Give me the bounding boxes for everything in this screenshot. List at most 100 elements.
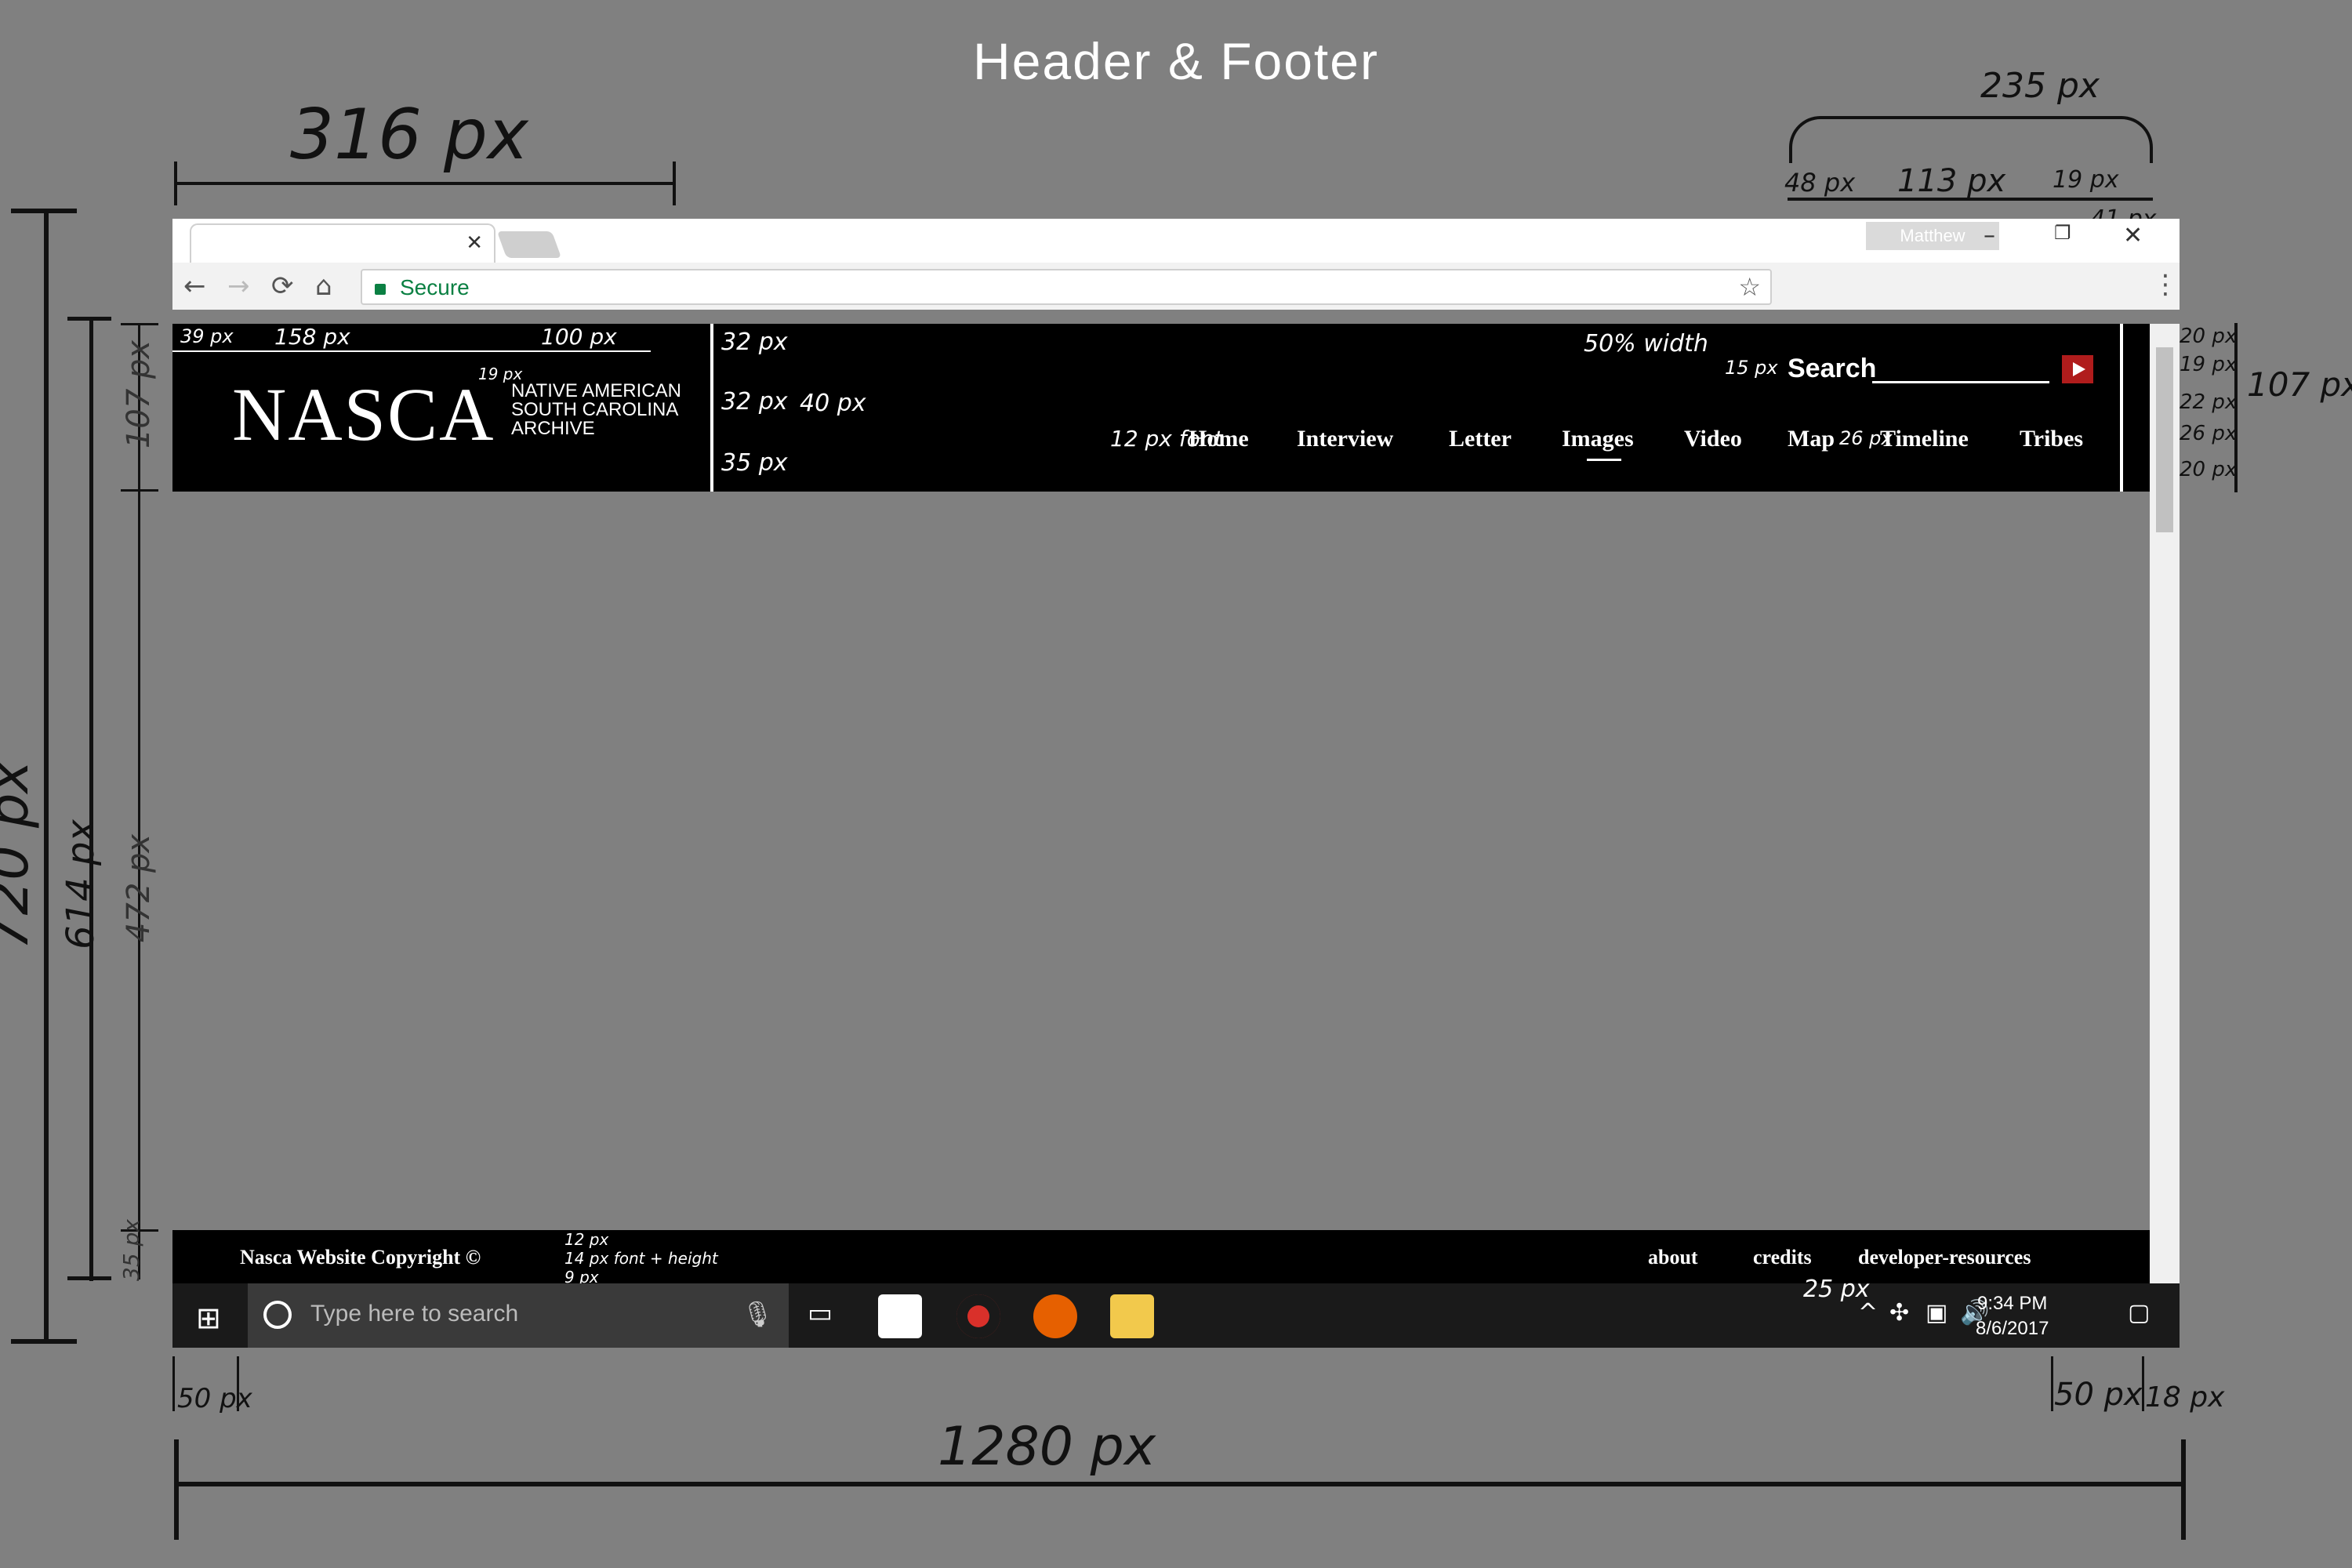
scrollbar-thumb[interactable] [2156,347,2173,532]
ruler-line [1788,198,2153,201]
footer-copyright: Nasca Website Copyright © [240,1246,481,1269]
v-32b-annotation: 32 px [721,388,788,416]
windows-start-icon[interactable]: ⊞ [196,1301,221,1335]
ruler-tick [11,1339,77,1344]
close-window-icon[interactable]: ✕ [2123,222,2143,249]
ruler-614 [89,318,93,1281]
ruler-tick [172,1356,175,1411]
total-1280-annotation: 1280 px [938,1416,1156,1478]
footer-link-developer-resources[interactable]: developer-resources [1858,1246,2031,1269]
network-icon[interactable]: ▣ [1926,1299,1947,1327]
windows-taskbar: ⊞ Type here to search 🎙 ▭ 25 px ^ ✣ ▣ 🔊 … [172,1276,2180,1348]
h-19-annotation: 19 px [478,365,523,383]
search-15-annotation: 15 px [1725,357,1778,379]
site-logo[interactable]: NASCA [232,371,495,458]
tab-strip: ✕ Matthew – ❐ ✕ [172,219,2180,263]
footer-link-credits[interactable]: credits [1753,1246,1812,1269]
v-32a-annotation: 32 px [721,328,788,356]
cortana-icon [263,1301,292,1329]
mail-icon[interactable] [878,1294,922,1338]
clock-date: 8/6/2017 [1976,1318,2049,1339]
search-submit-button[interactable] [2062,355,2093,383]
ctl-113-annotation: 113 px [1897,163,2006,199]
page-scrollbar[interactable] [2150,324,2180,1283]
file-explorer-icon[interactable] [1110,1294,1154,1338]
copyright-icon: © [465,1246,481,1269]
right-22-annotation: 22 px [2180,390,2238,414]
nav-tribes[interactable]: Tribes [2020,426,2083,452]
nav-images[interactable]: Images [1562,426,1634,452]
logo-subtitle: NATIVE AMERICAN SOUTH CAROLINA ARCHIVE [511,382,681,438]
ruler-tick [67,317,111,321]
nav-font-annotation: 12 px font [1110,426,1223,452]
address-bar[interactable]: Secure ☆ [361,269,1772,305]
footer-35-annotation: 35 px [118,1219,144,1281]
new-tab-button[interactable] [496,231,562,258]
ctl-48-annotation: 48 px [1784,168,1856,198]
footer-copyright-text: Nasca Website Copyright [240,1246,461,1269]
ruler-tick [2051,1356,2053,1411]
clock-time: 9:34 PM [1977,1293,2048,1314]
ruler-tick [121,323,158,325]
ruler-tick [121,489,158,492]
nav-letter[interactable]: Letter [1449,426,1512,452]
search-input[interactable] [1872,352,2049,383]
reload-icon[interactable]: ⟳ [271,270,294,302]
footer-link-about[interactable]: about [1648,1246,1698,1269]
ruler-1280 [176,1482,2186,1486]
ruler-line [172,350,651,352]
logo-subtitle-line: ARCHIVE [511,418,595,439]
taskbar-search-box[interactable]: Type here to search 🎙 [248,1283,789,1348]
minimize-icon[interactable]: – [1984,222,1995,249]
nav-interview[interactable]: Interview [1297,426,1393,452]
taskbar-clock[interactable]: 9:34 PM 8/6/2017 [1976,1291,2049,1341]
win-controls-bracket [1789,116,2153,163]
bookmark-star-icon[interactable]: ☆ [1738,272,1761,302]
ruler-line [176,182,674,185]
back-icon[interactable]: ← [183,270,206,302]
right-19-annotation: 19 px [2180,353,2238,376]
secure-label: Secure [400,275,470,299]
restore-icon[interactable]: ❐ [2054,222,2071,244]
close-tab-icon[interactable]: ✕ [466,231,483,255]
nav-active-underline [1587,459,1621,461]
action-center-icon[interactable]: ▢ [2128,1299,2150,1327]
tray-chevron-icon[interactable]: ^ [1858,1299,1878,1327]
ruler-tick [174,1439,179,1540]
nav-map[interactable]: Map [1788,426,1835,452]
win-controls-annotation: 235 px [1980,66,2100,106]
browser-menu-icon[interactable]: ⋮ [2152,269,2179,300]
profile-button[interactable]: Matthew [1866,222,1999,250]
logo-width-annotation: 316 px [290,94,528,175]
ruler-720 [44,210,49,1342]
main-472-annotation: 472 px [121,833,158,943]
h-39-annotation: 39 px [180,325,234,347]
nav-video[interactable]: Video [1684,426,1742,452]
forward-icon[interactable]: → [227,270,250,302]
firefox-icon[interactable] [1033,1294,1077,1338]
dropbox-icon[interactable]: ✣ [1889,1299,1909,1327]
v-40-annotation: 40 px [800,390,866,417]
lock-icon [375,283,386,295]
ruler-472 [138,325,140,1279]
fifty-width-annotation: 50% width [1584,330,1708,358]
content-614-annotation: 614 px [58,819,103,949]
right-26-annotation: 26 px [2180,422,2238,445]
secure-indicator[interactable]: Secure [375,275,470,300]
browser-tab[interactable]: ✕ [190,223,495,263]
nav-timeline[interactable]: Timeline [1880,426,1969,452]
ruler-tick [2181,1439,2186,1540]
browser-toolbar: ← → ⟳ ⌂ Secure ☆ ⋮ [172,263,2180,310]
bottom-50l-annotation: 50 px [177,1383,252,1414]
task-view-icon[interactable]: ▭ [808,1298,833,1329]
chrome-icon[interactable] [956,1294,1000,1338]
home-icon[interactable]: ⌂ [315,270,332,302]
ruler-line [710,324,713,492]
logo-subtitle-line: SOUTH CAROLINA [511,399,679,420]
ruler-tick [67,1276,111,1280]
h-100-annotation: 100 px [541,324,617,350]
logo-subtitle-line: NATIVE AMERICAN [511,380,681,401]
ruler-tick [237,1356,239,1411]
ruler-tick [2142,1356,2144,1411]
microphone-icon[interactable]: 🎙 [742,1299,774,1329]
